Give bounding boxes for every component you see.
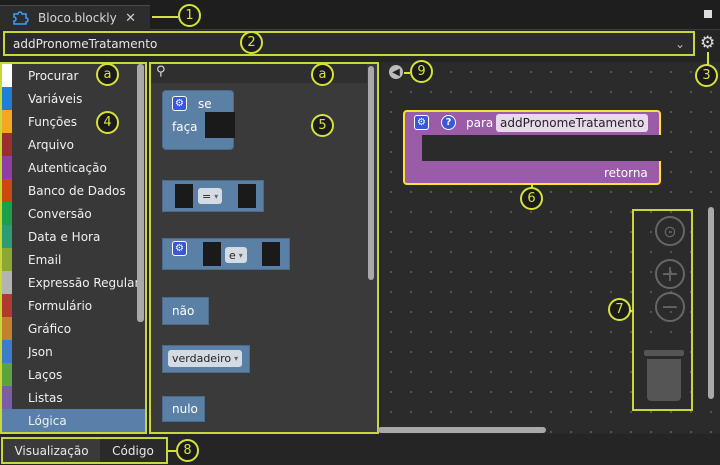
callout-marker: 4 (96, 111, 119, 134)
callout-marker: 5 (311, 114, 334, 137)
callout-marker: 7 (608, 298, 631, 321)
value-slot (203, 242, 221, 266)
trash-icon[interactable] (644, 350, 684, 402)
search-icon: ⚲ (156, 64, 166, 79)
callout-marker: 3 (695, 64, 718, 87)
tab-code[interactable]: Código (100, 439, 166, 462)
callout-marker: a (96, 63, 119, 86)
value-slot (175, 184, 193, 208)
gear-icon[interactable]: ⚙ (172, 241, 187, 256)
category-item-selected[interactable]: Lógica (2, 409, 145, 432)
help-icon[interactable]: ? (441, 115, 456, 130)
category-item[interactable]: Conversão (2, 202, 145, 225)
flyout-scrollbar[interactable] (368, 66, 374, 280)
view-tabs: Visualização Código (1, 437, 168, 464)
category-item[interactable]: Gráfico (2, 317, 145, 340)
puzzle-icon (12, 9, 30, 28)
zoom-out-icon[interactable]: − (655, 292, 685, 322)
procedure-statement-slot (422, 135, 662, 161)
recenter-icon[interactable]: ⊙ (655, 216, 685, 246)
value-slot (238, 184, 256, 208)
gear-icon[interactable]: ⚙ (700, 33, 715, 53)
back-arrow-icon[interactable]: ◀ (389, 65, 403, 79)
tab-title: Bloco.blockly (38, 11, 117, 25)
procedure-for-label: para (466, 116, 494, 130)
tab-design[interactable]: Visualização (3, 439, 100, 462)
logic-dropdown[interactable]: e ▾ (225, 247, 247, 263)
value-slot (262, 242, 280, 266)
workspace-horizontal-scrollbar[interactable] (378, 427, 546, 433)
compare-dropdown[interactable]: = ▾ (198, 188, 223, 204)
if-block-statement-slot (205, 112, 235, 138)
file-tab[interactable]: Bloco.blockly ✕ (0, 5, 150, 30)
category-item[interactable]: Procurar (2, 64, 145, 87)
gear-icon[interactable]: ⚙ (172, 96, 187, 111)
callout-marker: 1 (178, 4, 201, 27)
boolean-dropdown[interactable]: verdadeiro ▾ (168, 350, 243, 367)
category-item[interactable]: Arquivo (2, 133, 145, 156)
chevron-down-icon: ⌄ (674, 37, 685, 51)
category-list: Procurar Variáveis Funções Arquivo Auten… (0, 62, 147, 434)
category-scrollbar[interactable] (137, 64, 144, 322)
zoom-in-icon[interactable]: + (655, 259, 685, 289)
category-item[interactable]: Autenticação (2, 156, 145, 179)
maximize-icon[interactable] (704, 10, 712, 18)
category-item[interactable]: Funções (2, 110, 145, 133)
do-label: faça (172, 120, 198, 134)
if-label: se (198, 97, 212, 111)
category-item[interactable]: Data e Hora (2, 225, 145, 248)
procedure-return-label: retorna (604, 166, 648, 180)
flyout-search-input[interactable] (151, 64, 367, 83)
callout-marker: a (311, 63, 334, 86)
category-item[interactable]: Banco de Dados (2, 179, 145, 202)
function-select-value: addPronomeTratamento (13, 36, 158, 51)
procedure-name-field[interactable]: addPronomeTratamento (496, 114, 649, 132)
workspace-vertical-scrollbar[interactable] (708, 207, 714, 399)
callout-marker: 2 (240, 31, 263, 54)
category-item[interactable]: Laços (2, 363, 145, 386)
category-item[interactable]: Listas (2, 386, 145, 409)
callout-marker: 9 (410, 60, 433, 83)
category-item[interactable]: Json (2, 340, 145, 363)
callout-line (168, 450, 176, 452)
function-select[interactable]: addPronomeTratamento ⌄ (3, 31, 695, 56)
category-item[interactable]: Formulário (2, 294, 145, 317)
category-item[interactable]: Variáveis (2, 87, 145, 110)
not-block[interactable]: não (162, 297, 209, 325)
null-block[interactable]: nulo (162, 396, 205, 422)
callout-marker: 8 (176, 439, 199, 462)
category-item[interactable]: Expressão Regular (2, 271, 145, 294)
callout-line (152, 16, 178, 18)
callout-marker: 6 (520, 187, 543, 210)
category-item[interactable]: Email (2, 248, 145, 271)
gear-icon[interactable]: ⚙ (414, 115, 429, 130)
close-icon[interactable]: ✕ (125, 11, 136, 26)
